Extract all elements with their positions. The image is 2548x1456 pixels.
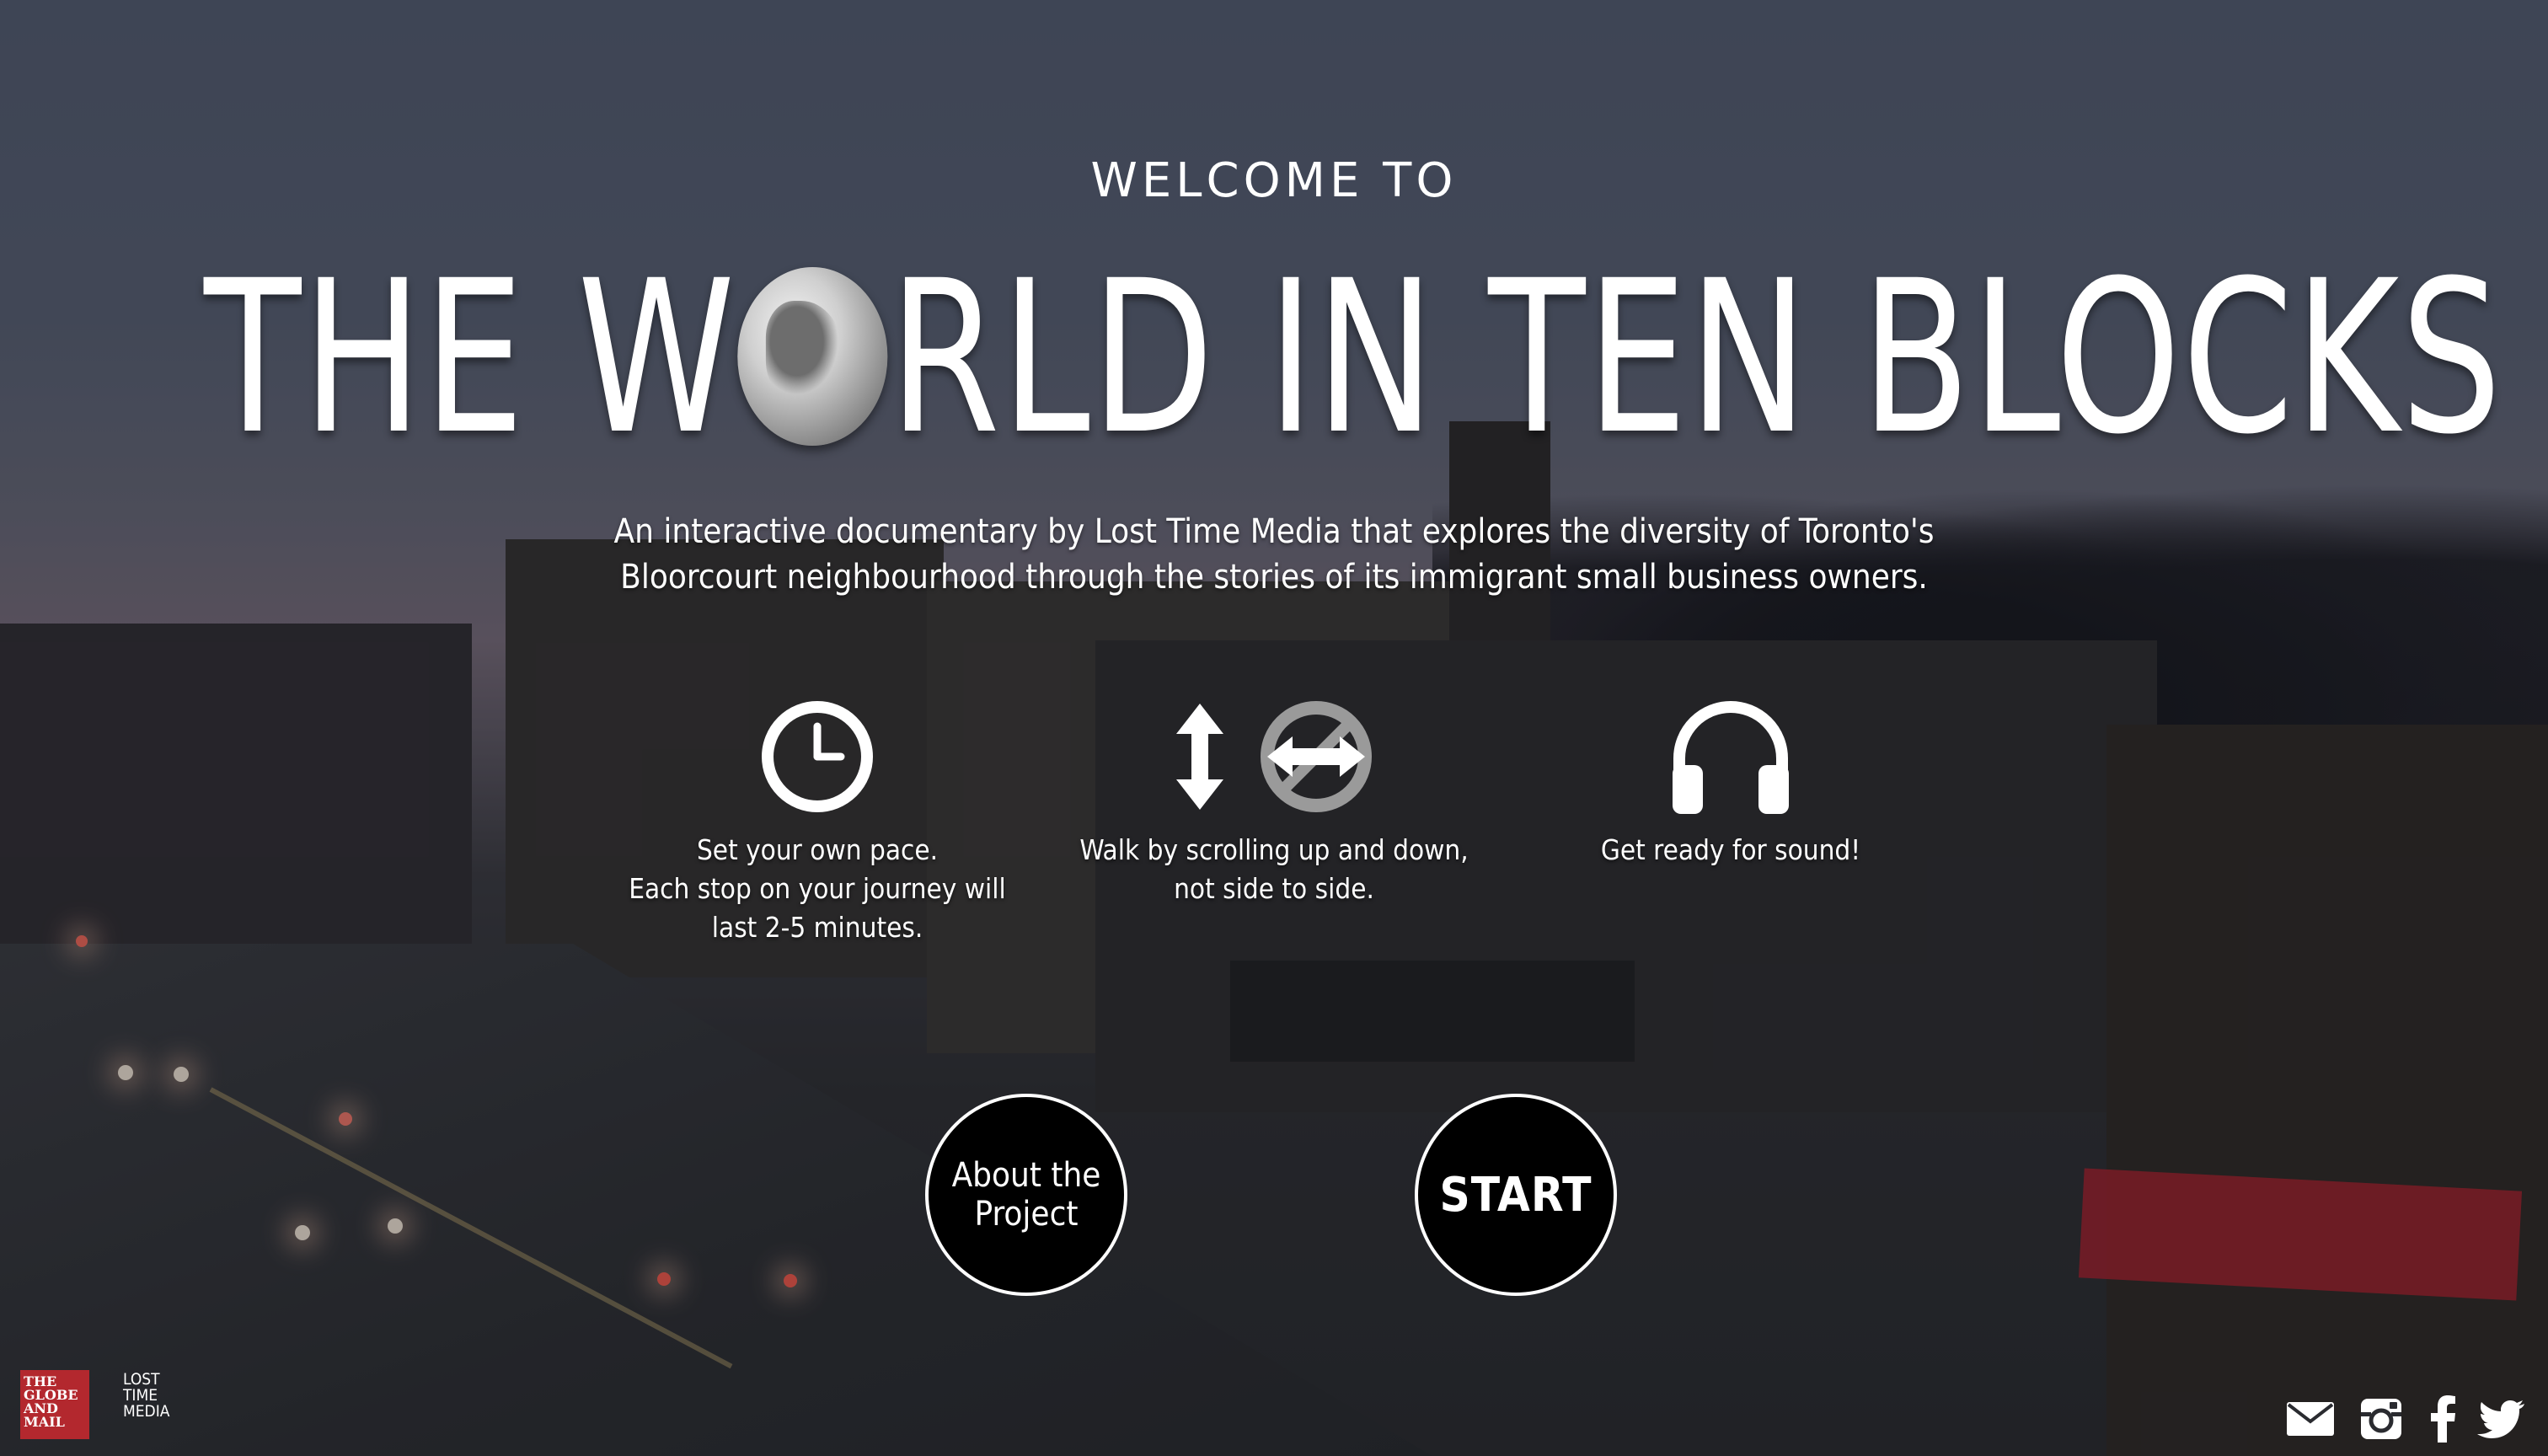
- lost-time-media-logo[interactable]: LOST TIME MEDIA: [120, 1370, 182, 1439]
- pace-line-3: last 2-5 minutes.: [711, 911, 923, 944]
- logo-text: MAIL: [24, 1414, 65, 1430]
- site-title: THE W RLD IN TEN BLOCKS: [204, 253, 2502, 463]
- pace-line-2: Each stop on your journey will: [629, 872, 1006, 905]
- instagram-icon[interactable]: [2356, 1394, 2406, 1444]
- feature-sound: Get ready for sound!: [1545, 698, 1916, 870]
- landing-page: WELCOME TO THE W RLD IN TEN BLOCKS An int…: [0, 0, 2548, 1456]
- scroll-icons: [1063, 698, 1485, 816]
- pace-line-1: Set your own pace.: [696, 833, 939, 866]
- welcome-label: WELCOME TO: [1090, 153, 1458, 208]
- logo-text: MEDIA: [123, 1402, 170, 1421]
- clock-icon: [762, 701, 873, 812]
- feature-scroll: Walk by scrolling up and down, not side …: [1063, 698, 1485, 908]
- description-line-1: An interactive documentary by Lost Time …: [613, 512, 1935, 551]
- sound-line-1: Get ready for sound!: [1600, 833, 1861, 866]
- headphones-icon: [1673, 701, 1789, 814]
- feature-pace: Set your own pace. Each stop on your jou…: [615, 698, 1020, 947]
- globe-icon: [737, 267, 888, 446]
- about-project-button[interactable]: About the Project: [925, 1094, 1127, 1296]
- title-part-1: THE W: [203, 235, 736, 480]
- about-label-line-2: Project: [974, 1195, 1079, 1234]
- globe-and-mail-logo[interactable]: THE GLOBE AND MAIL: [20, 1370, 89, 1439]
- scroll-line-2: not side to side.: [1174, 872, 1374, 905]
- scroll-line-1: Walk by scrolling up and down,: [1079, 833, 1469, 866]
- facebook-icon[interactable]: [2418, 1394, 2469, 1444]
- about-label-line-1: About the: [951, 1156, 1101, 1195]
- vertical-arrow-icon: [1176, 704, 1223, 810]
- description-line-2: Bloorcourt neighbourhood through the sto…: [620, 558, 1928, 597]
- no-horizontal-scroll-icon: [1261, 701, 1372, 812]
- twitter-icon[interactable]: [2476, 1394, 2526, 1444]
- start-button[interactable]: START: [1415, 1094, 1617, 1296]
- project-description: An interactive documentary by Lost Time …: [0, 509, 2548, 600]
- title-part-2: RLD IN TEN BLOCKS: [889, 235, 2503, 480]
- email-icon[interactable]: [2285, 1394, 2336, 1444]
